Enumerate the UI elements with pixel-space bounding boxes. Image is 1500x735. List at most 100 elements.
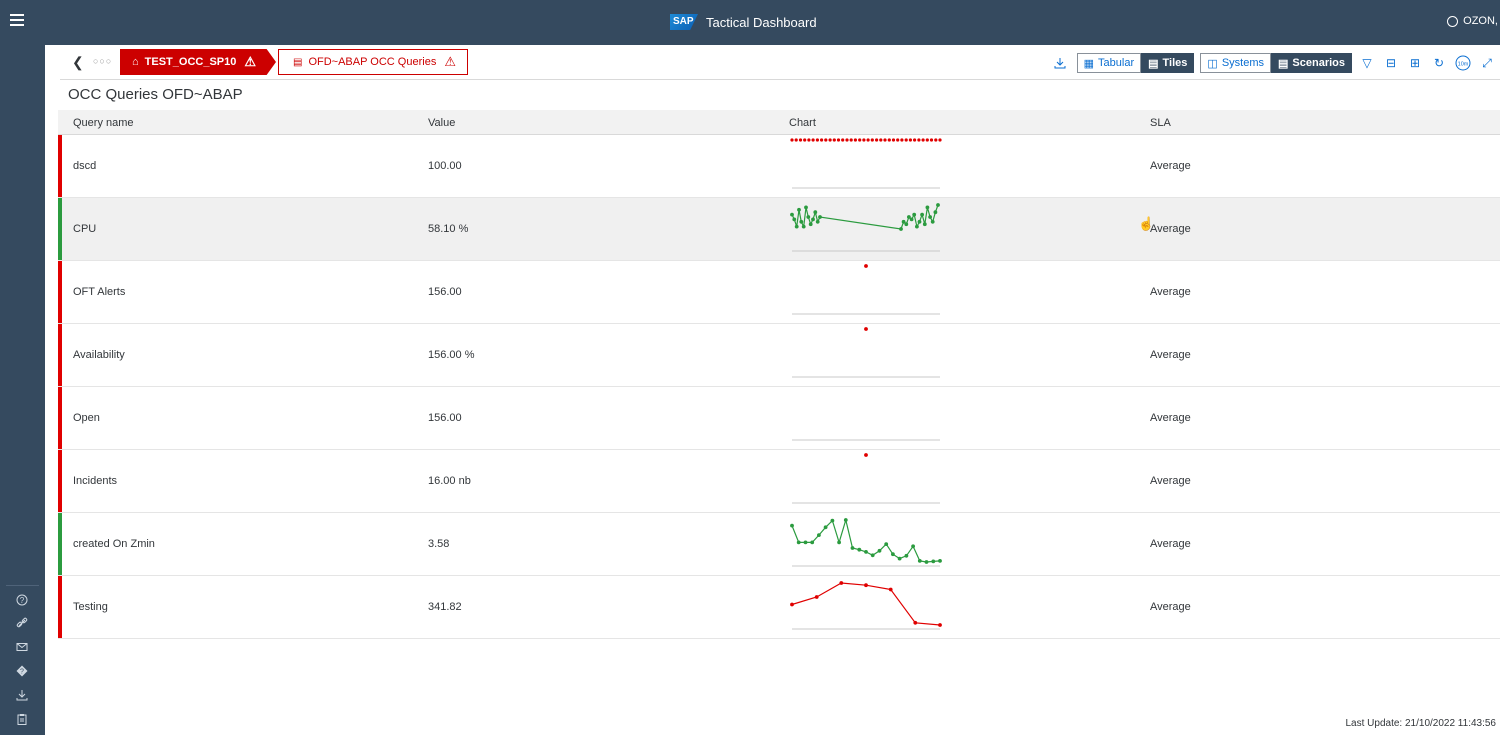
sparkline-point <box>900 138 904 142</box>
table-row[interactable]: Incidents 16.00 nb Average <box>58 450 1500 513</box>
sparkline-chart <box>786 453 946 512</box>
value-cell: 16.00 nb <box>428 475 471 487</box>
status-indicator <box>58 576 62 638</box>
column-header-query-name[interactable]: Query name <box>73 117 134 129</box>
sparkline-point <box>864 453 868 457</box>
sparkline-point <box>938 138 942 142</box>
expand-icon[interactable]: ⊞ <box>1406 53 1424 73</box>
table-row[interactable]: Open 156.00 Average <box>58 387 1500 450</box>
sparkline-svg <box>792 327 940 378</box>
sparkline-point <box>828 138 832 142</box>
column-header-chart[interactable]: Chart <box>789 117 816 129</box>
user-icon <box>1447 15 1459 27</box>
status-indicator <box>58 198 62 260</box>
value-cell: 156.00 <box>428 412 462 424</box>
sparkline-point <box>792 217 797 222</box>
sparkline-point <box>858 138 862 142</box>
view-toolbar: ▦ Tabular ▤ Tiles ◫ Systems ▤ Scenarios ▽ ⊟ … <box>1045 52 1500 74</box>
status-indicator <box>58 135 62 197</box>
table-row[interactable]: CPU 58.10 % Average <box>58 198 1500 261</box>
queries-table: Query name Value Chart SLA dscd 100.00 Ave… <box>58 110 1500 639</box>
column-header-value[interactable]: Value <box>428 117 455 129</box>
link-icon[interactable] <box>15 617 29 631</box>
left-side-bar: ? ? <box>0 45 45 735</box>
refresh-icon[interactable]: ↻ <box>1430 53 1448 73</box>
table-row[interactable]: Testing 341.82 Average <box>58 576 1500 639</box>
query-name-cell: created On Zmin <box>73 538 155 550</box>
sparkline-line <box>791 582 941 626</box>
sparkline-point <box>897 556 902 561</box>
sparkline-point <box>929 138 934 142</box>
sparkline-point <box>832 138 836 142</box>
query-name-cell: Testing <box>73 601 108 613</box>
table-row[interactable]: OFT Alerts 156.00 Average <box>58 261 1500 324</box>
clipboard-icon[interactable] <box>15 713 29 727</box>
sparkline-point <box>912 212 917 217</box>
collapse-icon[interactable]: ⊟ <box>1382 53 1400 73</box>
sparkline-point <box>790 138 794 142</box>
auto-refresh-timer-icon[interactable]: 10m <box>1454 53 1472 73</box>
sparkline-point <box>936 203 940 207</box>
table-row[interactable]: dscd 100.00 Average <box>58 135 1500 198</box>
fullscreen-icon[interactable]: ⤢ <box>1478 53 1496 73</box>
sparkline-point <box>853 138 857 142</box>
sparkline-point <box>864 327 868 331</box>
sparkline-point <box>836 138 841 142</box>
export-icon[interactable] <box>1051 53 1069 73</box>
sparkline-point <box>837 540 841 545</box>
sparkline-point <box>864 550 868 554</box>
sparkline-point <box>877 548 882 553</box>
filter-icon[interactable]: ▽ <box>1358 53 1376 73</box>
sparkline-chart <box>786 264 946 323</box>
breadcrumb-queries[interactable]: ▤ OFD~ABAP OCC Queries ⚠ <box>278 49 468 75</box>
sparkline-point <box>917 219 922 224</box>
user-menu[interactable]: OZON, <box>1447 15 1498 27</box>
sparkline-point <box>845 138 849 142</box>
query-name-cell: OFT Alerts <box>73 286 126 298</box>
query-name-cell: CPU <box>73 223 97 235</box>
sparkline-point <box>790 602 794 607</box>
navigation-bar: ❮ ○○○ ⌂ TEST_OCC_SP10 ⚠ ▤ OFD~ABAP OCC Q… <box>60 45 1500 80</box>
warning-icon: ⚠ <box>244 54 257 69</box>
sparkline-point <box>930 219 935 224</box>
sparkline-point <box>803 138 807 142</box>
sparkline-point <box>857 547 862 552</box>
sparkline-point <box>922 222 927 227</box>
sparkline-svg <box>790 203 940 252</box>
feedback-diamond-icon[interactable]: ? <box>15 665 29 679</box>
sparkline-chart <box>786 201 946 260</box>
systems-label: Systems <box>1221 57 1264 69</box>
scenarios-view-button[interactable]: ▤ Scenarios <box>1271 53 1352 73</box>
tiles-view-button[interactable]: ▤ Tiles <box>1141 53 1195 73</box>
sparkline-point <box>921 138 925 142</box>
sparkline-point <box>790 523 794 528</box>
help-icon[interactable]: ? <box>15 594 29 608</box>
sparkline-point <box>797 207 801 212</box>
sparkline-point <box>917 559 922 563</box>
value-cell: 156.00 <box>428 286 462 298</box>
table-row[interactable]: Availability 156.00 % Average <box>58 324 1500 387</box>
warning-icon: ⚠ <box>444 54 456 69</box>
sparkline-point <box>823 525 828 530</box>
sparkline-point <box>818 215 822 219</box>
sparkline-point <box>931 559 936 564</box>
tabular-view-button[interactable]: ▦ Tabular <box>1076 53 1142 73</box>
back-arrow-icon[interactable]: ❮ <box>72 54 84 71</box>
value-cell: 100.00 <box>428 160 462 172</box>
download-icon[interactable] <box>15 689 29 703</box>
more-breadcrumbs-icon[interactable]: ○○○ <box>93 56 112 66</box>
breadcrumb-system[interactable]: ⌂ TEST_OCC_SP10 ⚠ <box>120 49 276 75</box>
sla-cell: Average <box>1150 601 1191 613</box>
sparkline-point <box>933 210 938 215</box>
sparkline-point <box>804 205 808 210</box>
sparkline-point <box>790 212 794 217</box>
hamburger-menu-icon[interactable] <box>10 14 24 30</box>
query-name-cell: Open <box>73 412 100 424</box>
table-row[interactable]: created On Zmin 3.58 Average <box>58 513 1500 576</box>
column-header-sla[interactable]: SLA <box>1150 117 1171 129</box>
mail-icon[interactable] <box>15 641 29 655</box>
systems-view-button[interactable]: ◫ Systems <box>1200 53 1271 73</box>
sparkline-point <box>925 205 930 210</box>
value-cell: 58.10 % <box>428 223 469 235</box>
table-body: dscd 100.00 Average CPU 58.10 % Average OFT Al… <box>58 135 1500 639</box>
